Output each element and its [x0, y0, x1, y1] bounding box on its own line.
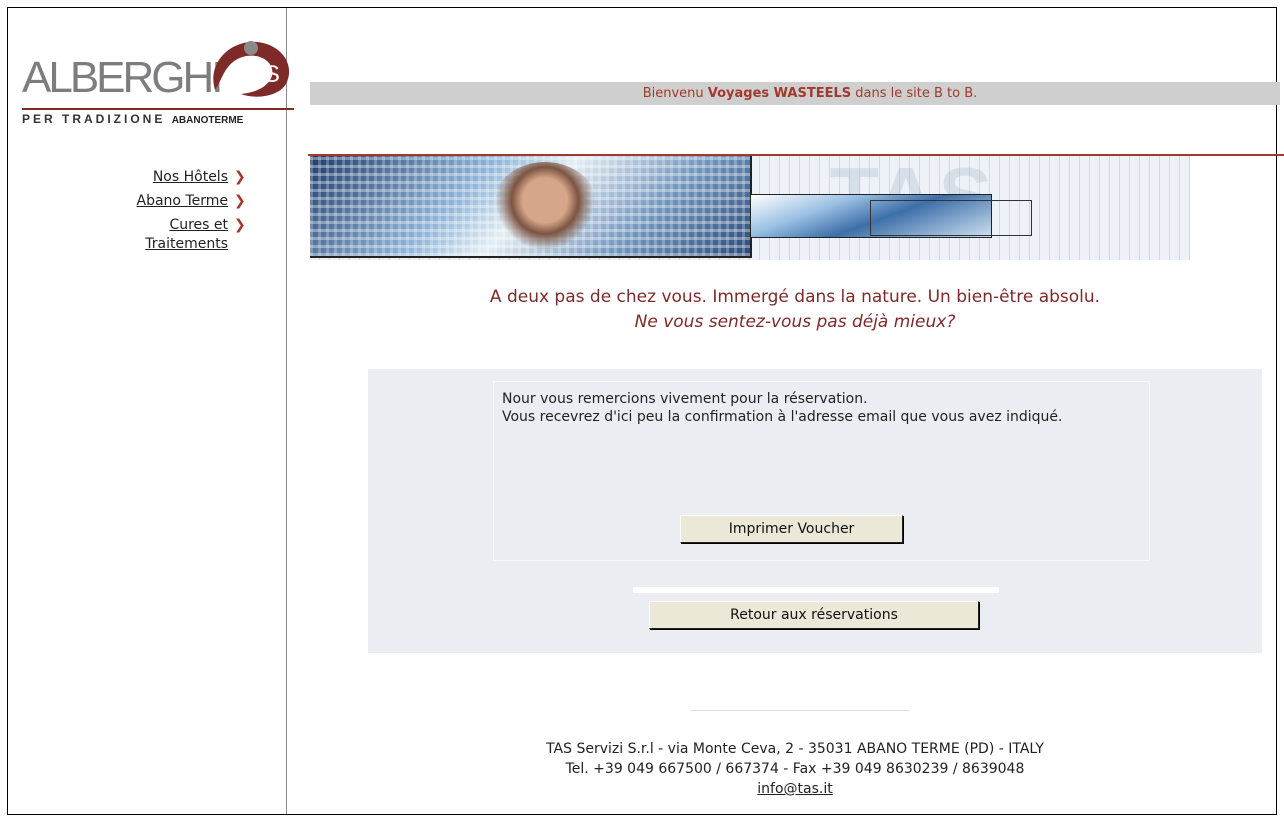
footer-address: TAS Servizi S.r.l - via Monte Ceva, 2 - … — [546, 741, 1044, 757]
banner-portrait — [490, 162, 600, 258]
logo-badge-text: TAS — [235, 61, 280, 88]
confirmation-email-notice: Vous recevrez d'ici peu la confirmation … — [502, 409, 1063, 425]
confirmation-message: Nour vous remercions vivement pour la ré… — [502, 390, 1142, 426]
footer-phones: Tel. +39 049 667500 / 667374 - Fax +39 0… — [565, 761, 1025, 777]
back-to-reservations-button[interactable]: Retour aux réservations — [649, 601, 979, 629]
chevron-right-icon: ❯ — [234, 169, 246, 185]
sidebar-item-label[interactable]: Cures et Traitements — [78, 216, 228, 254]
divider-strip — [633, 587, 999, 593]
sidebar-item-label[interactable]: Abano Terme — [78, 192, 228, 211]
confirmation-panel: Nour vous remercions vivement pour la ré… — [368, 369, 1262, 653]
slogan-line: A deux pas de chez vous. Immergé dans la… — [489, 287, 1101, 307]
sidebar-item-label[interactable]: Nos Hôtels — [78, 168, 228, 187]
logo-badge-icon: TAS — [213, 41, 290, 97]
sidebar-item-cures[interactable]: Cures et Traitements ❯ — [68, 216, 248, 254]
footer-divider — [690, 710, 910, 711]
sidebar-item-abano-terme[interactable]: Abano Terme ❯ — [68, 192, 248, 211]
welcome-suffix: dans le site B to B. — [855, 86, 978, 101]
confirmation-thanks: Nour vous remercions vivement pour la ré… — [502, 391, 868, 407]
footer: TAS Servizi S.r.l - via Monte Ceva, 2 - … — [310, 739, 1280, 799]
sidebar-nav: Nos Hôtels ❯ Abano Terme ❯ Cures et Trai… — [68, 168, 248, 259]
slogan-question: Ne vous sentez-vous pas déjà mieux? — [634, 312, 956, 332]
welcome-prefix: Bienvenu — [642, 86, 704, 101]
sidebar-item-nos-hotels[interactable]: Nos Hôtels ❯ — [68, 168, 248, 187]
logo-tagline-text: PER TRADIZIONE — [22, 112, 166, 126]
logo-tagline: PER TRADIZIONE ABANOTERME — [22, 108, 294, 126]
print-voucher-button[interactable]: Imprimer Voucher — [680, 515, 903, 543]
confirmation-box: Nour vous remercions vivement pour la ré… — [493, 381, 1150, 561]
chevron-right-icon: ❯ — [234, 193, 246, 209]
footer-email-link[interactable]: info@tas.it — [310, 779, 1280, 799]
banner-image: TAS — [310, 151, 1190, 260]
logo[interactable]: ALBERGHI TAS PER TRADIZIONE ABANOTERME — [22, 30, 300, 130]
logo-place: ABANOTERME — [171, 115, 244, 126]
welcome-bar: Bienvenu Voyages WASTEELS dans le site B… — [310, 82, 1280, 105]
banner-frame — [870, 200, 1032, 236]
logo-wordmark: ALBERGHI — [22, 53, 224, 102]
chevron-right-icon: ❯ — [234, 217, 246, 233]
welcome-agency: Voyages WASTEELS — [707, 86, 852, 101]
